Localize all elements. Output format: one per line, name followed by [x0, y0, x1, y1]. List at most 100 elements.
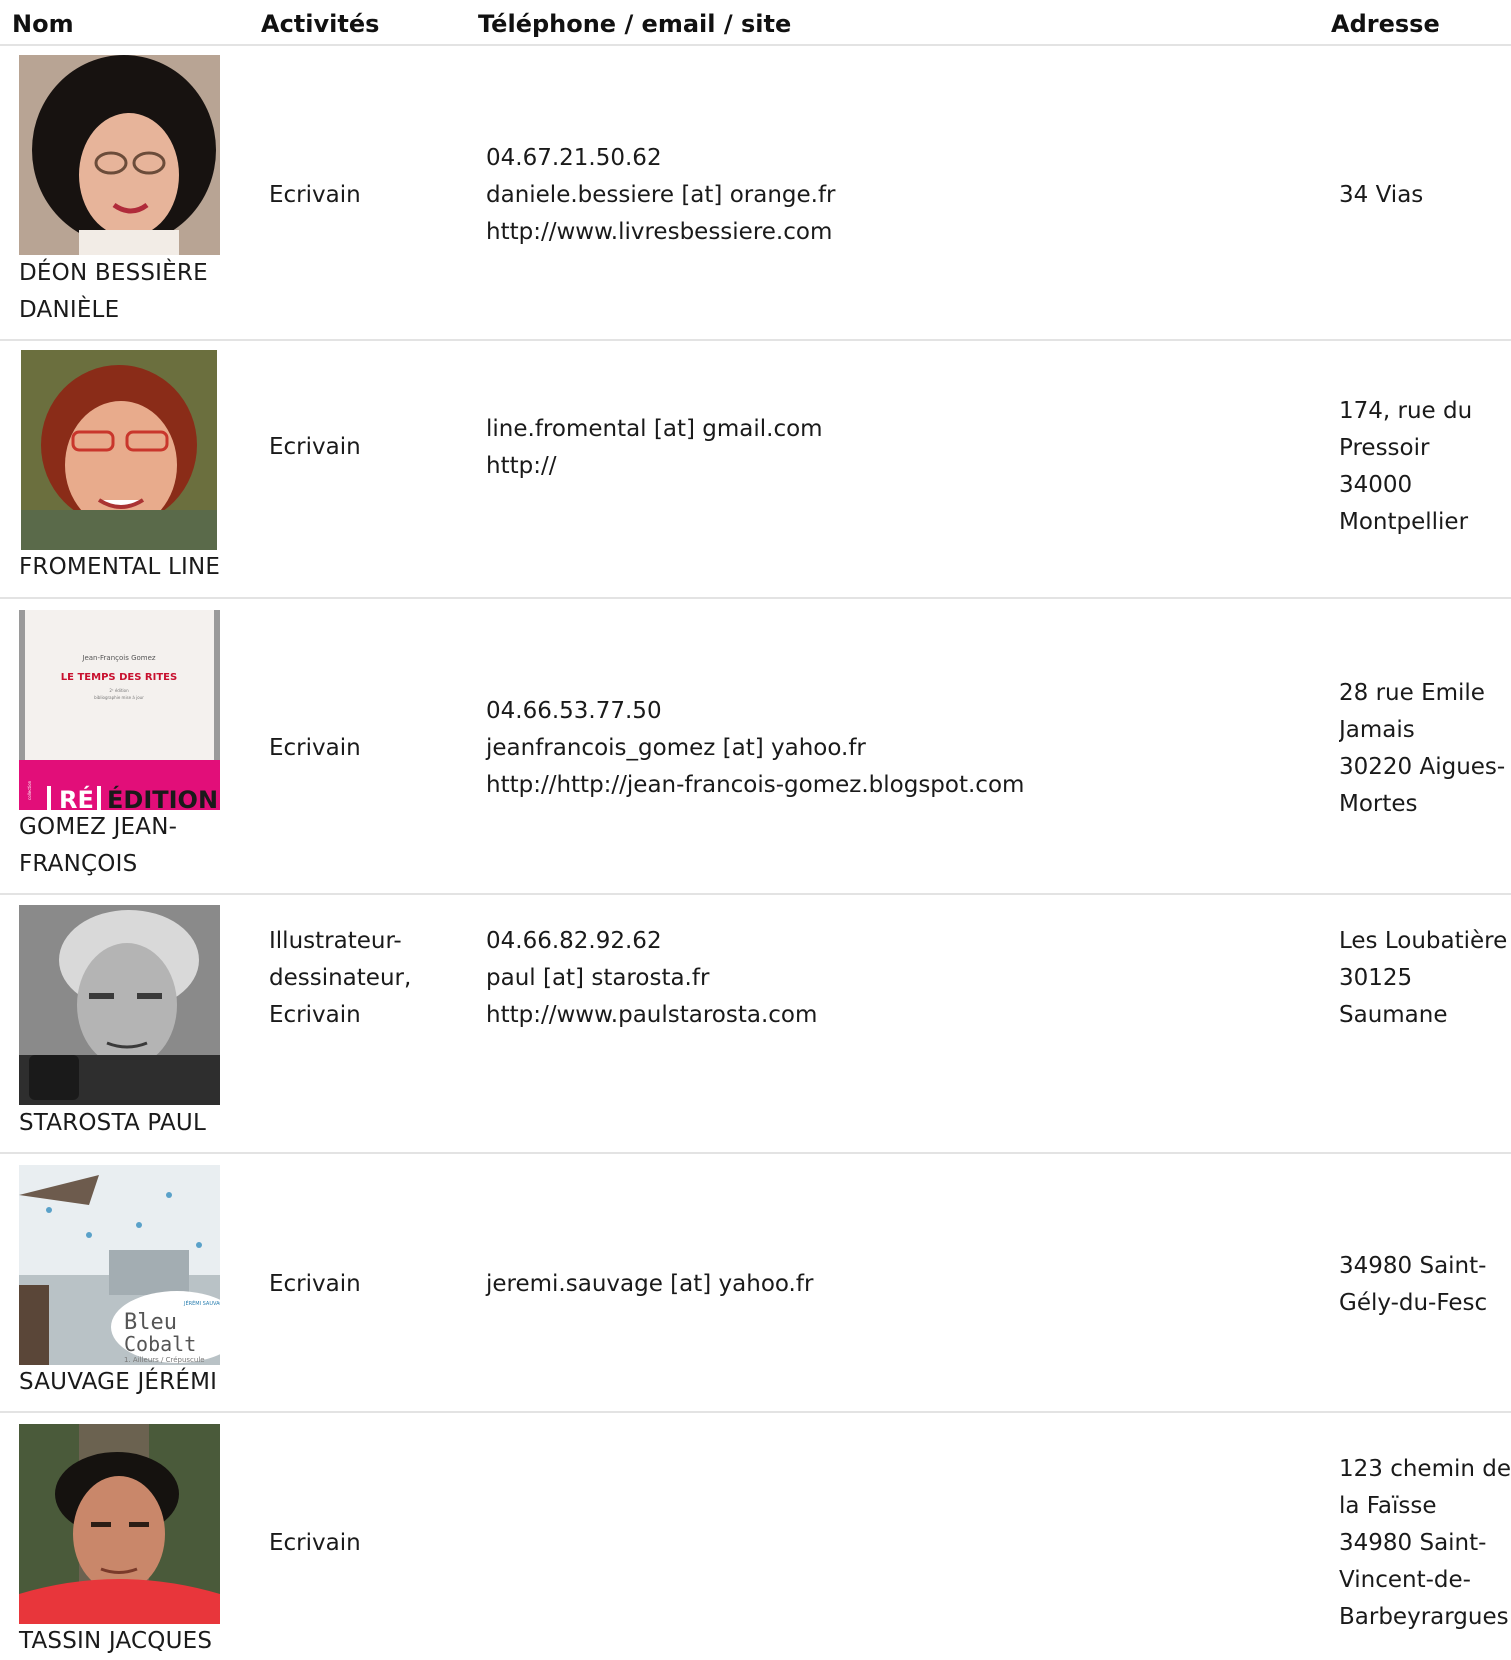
address-line: Saumane	[1339, 1002, 1448, 1028]
table-row: Bleu Cobalt 1. Ailleurs / Crépuscule JÉR…	[0, 1154, 1511, 1413]
phone-text: 04.66.82.92.62	[486, 928, 662, 954]
name-line: FROMENTAL LINE	[19, 554, 221, 580]
cover-subtitle: 1. Ailleurs / Crépuscule	[124, 1356, 205, 1364]
address-line: 34980 Saint-	[1339, 1530, 1487, 1556]
email-text: line.fromental [at] gmail.com	[486, 416, 823, 442]
name-line: DÉON BESSIÈRE	[19, 260, 208, 286]
portrait-image	[19, 55, 220, 255]
header-activites[interactable]: Activités	[261, 10, 379, 38]
activity-line: Ecrivain	[269, 1002, 361, 1028]
address-cell: 174, rue du Pressoir 34000 Montpellier	[1339, 393, 1511, 541]
cover-collection: collection	[27, 780, 32, 800]
author-photo[interactable]	[19, 1424, 220, 1624]
author-name[interactable]: SAUVAGE JÉRÉMI	[19, 1364, 249, 1401]
contact-cell: jeremi.sauvage [at] yahoo.fr	[486, 1266, 1326, 1303]
name-line: SAUVAGE JÉRÉMI	[19, 1369, 218, 1395]
header-nom[interactable]: Nom	[12, 10, 74, 38]
activity-line: Ecrivain	[269, 1271, 361, 1297]
activity-cell: Ecrivain	[269, 1525, 469, 1562]
table-row: Jean-François Gomez LE TEMPS DES RITES 2…	[0, 599, 1511, 895]
contact-cell: 04.66.82.92.62 paul [at] starosta.fr htt…	[486, 923, 1326, 1034]
address-line: Pressoir	[1339, 435, 1430, 461]
address-line: Vincent-de-	[1339, 1567, 1471, 1593]
address-line: Gély-du-Fesc	[1339, 1290, 1488, 1316]
cover-edition-note: 2ᵉ édition	[109, 688, 129, 693]
activity-line: Illustrateur-	[269, 928, 402, 954]
header-contact[interactable]: Téléphone / email / site	[478, 10, 791, 38]
address-cell: 28 rue Emile Jamais 30220 Aigues- Mortes	[1339, 675, 1511, 823]
author-photo[interactable]	[19, 905, 220, 1105]
table-row: DÉON BESSIÈRE DANIÈLE Ecrivain 04.67.21.…	[0, 46, 1511, 341]
portrait-image	[19, 1424, 220, 1624]
contact-cell: 04.66.53.77.50 jeanfrancois_gomez [at] y…	[486, 693, 1326, 804]
address-line: 30125	[1339, 965, 1413, 991]
phone-text: 04.67.21.50.62	[486, 145, 662, 171]
activity-line: Ecrivain	[269, 1530, 361, 1556]
book-cover[interactable]: Jean-François Gomez LE TEMPS DES RITES 2…	[19, 610, 220, 810]
name-line: GOMEZ JEAN-	[19, 814, 178, 840]
address-line: la Faïsse	[1339, 1493, 1437, 1519]
author-photo[interactable]	[19, 55, 220, 255]
name-line: FRANÇOIS	[19, 851, 138, 877]
cover-image: Jean-François Gomez LE TEMPS DES RITES 2…	[19, 610, 220, 810]
address-line: 28 rue Emile	[1339, 680, 1485, 706]
table-header: Nom Activités Téléphone / email / site A…	[0, 0, 1511, 46]
activity-cell: Ecrivain	[269, 730, 469, 767]
site-link[interactable]: http://http://jean-francois-gomez.blogsp…	[486, 767, 1326, 804]
cover-title: LE TEMPS DES RITES	[61, 672, 177, 683]
portrait-image	[19, 905, 220, 1105]
address-cell: 123 chemin de la Faïsse 34980 Saint- Vin…	[1339, 1451, 1511, 1636]
name-line: STAROSTA PAUL	[19, 1110, 206, 1136]
address-line: 34 Vias	[1339, 182, 1424, 208]
cover-image: Bleu Cobalt 1. Ailleurs / Crépuscule JÉR…	[19, 1165, 220, 1365]
author-photo[interactable]	[21, 350, 217, 550]
author-name[interactable]: TASSIN JACQUES	[19, 1623, 249, 1660]
table-row: FROMENTAL LINE Ecrivain line.fromental […	[0, 341, 1511, 599]
site-link[interactable]: http://www.livresbessiere.com	[486, 214, 1326, 251]
author-name[interactable]: GOMEZ JEAN- FRANÇOIS	[19, 809, 249, 883]
name-line: DANIÈLE	[19, 297, 120, 323]
header-adresse[interactable]: Adresse	[1331, 10, 1440, 38]
activity-line: Ecrivain	[269, 735, 361, 761]
address-line: 30220 Aigues-	[1339, 754, 1506, 780]
portrait-image	[21, 350, 217, 550]
cover-band-text-a: RÉ	[59, 785, 94, 810]
author-name[interactable]: FROMENTAL LINE	[19, 549, 249, 586]
address-line: 34000	[1339, 472, 1413, 498]
author-name[interactable]: STAROSTA PAUL	[19, 1105, 249, 1142]
address-cell: Les Loubatière 30125 Saumane	[1339, 923, 1511, 1034]
address-cell: 34980 Saint- Gély-du-Fesc	[1339, 1248, 1511, 1322]
email-text: jeremi.sauvage [at] yahoo.fr	[486, 1271, 814, 1297]
contact-cell: 04.67.21.50.62 daniele.bessiere [at] ora…	[486, 140, 1326, 251]
activity-cell: Ecrivain	[269, 429, 469, 466]
address-cell: 34 Vias	[1339, 177, 1511, 214]
name-line: TASSIN JACQUES	[19, 1628, 213, 1654]
cover-author: JÉRÉMI SAUVAGE	[183, 1299, 220, 1307]
activity-cell: Ecrivain	[269, 1266, 469, 1303]
table-row: TASSIN JACQUES Ecrivain 123 chemin de la…	[0, 1413, 1511, 1658]
activity-line: dessinateur,	[269, 965, 412, 991]
email-text: paul [at] starosta.fr	[486, 965, 710, 991]
address-line: Jamais	[1339, 717, 1415, 743]
address-line: 174, rue du	[1339, 398, 1473, 424]
address-line: Les Loubatière	[1339, 928, 1508, 954]
activity-cell: Illustrateur- dessinateur, Ecrivain	[269, 923, 469, 1034]
site-link[interactable]: http://www.paulstarosta.com	[486, 997, 1326, 1034]
email-text: jeanfrancois_gomez [at] yahoo.fr	[486, 735, 866, 761]
author-name[interactable]: DÉON BESSIÈRE DANIÈLE	[19, 255, 249, 329]
activity-line: Ecrivain	[269, 182, 361, 208]
cover-bibliography-note: bibliographie mise à jour	[94, 695, 144, 700]
contact-cell: line.fromental [at] gmail.com http://	[486, 411, 1326, 485]
cover-title-b: Cobalt	[124, 1332, 196, 1356]
phone-text: 04.66.53.77.50	[486, 698, 662, 724]
address-line: Mortes	[1339, 791, 1418, 817]
cover-author: Jean-François Gomez	[81, 654, 156, 662]
address-line: 34980 Saint-	[1339, 1253, 1487, 1279]
address-line: Montpellier	[1339, 509, 1469, 535]
cover-band-text-b: ÉDITION	[107, 785, 218, 810]
email-text: daniele.bessiere [at] orange.fr	[486, 182, 836, 208]
address-line: Barbeyrargues	[1339, 1604, 1509, 1630]
activity-line: Ecrivain	[269, 434, 361, 460]
book-cover[interactable]: Bleu Cobalt 1. Ailleurs / Crépuscule JÉR…	[19, 1165, 220, 1365]
site-link[interactable]: http://	[486, 448, 1326, 485]
